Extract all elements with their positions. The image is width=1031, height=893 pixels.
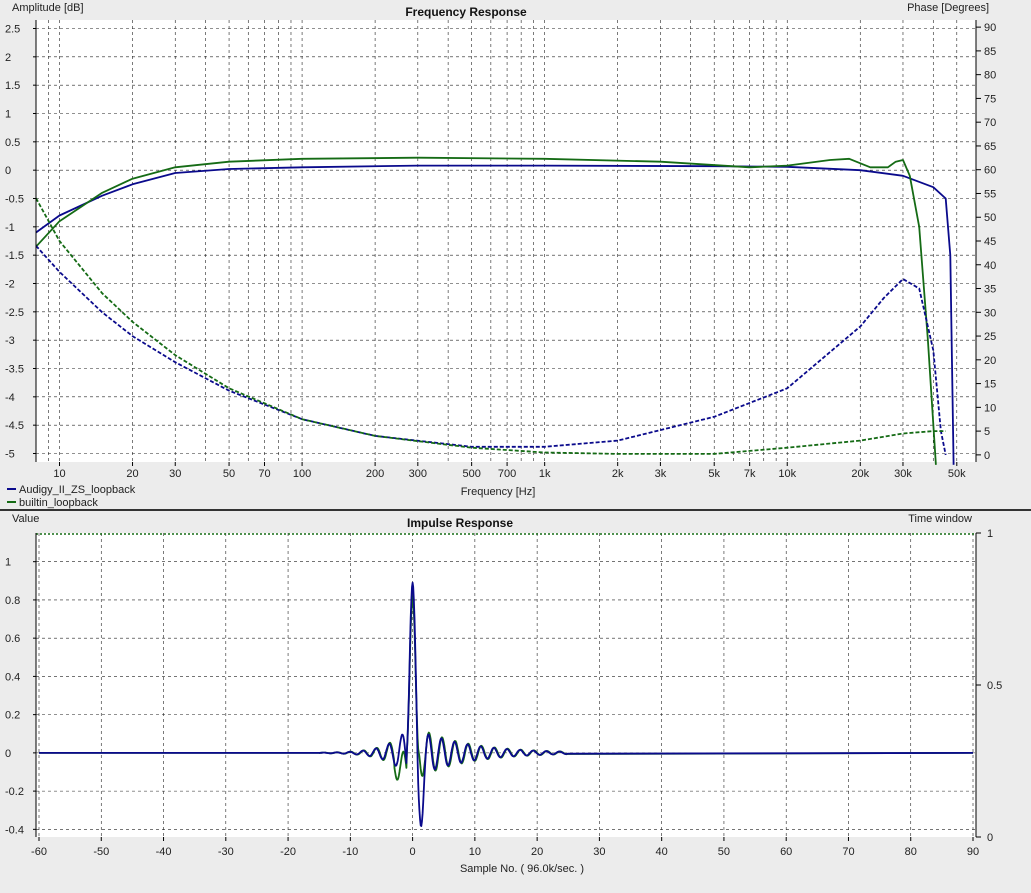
amplitude-tick-label: 0 bbox=[5, 165, 11, 177]
phase-tick-label: 30 bbox=[984, 307, 996, 319]
value-tick-label: 0.8 bbox=[5, 595, 20, 607]
phase-tick-label: 85 bbox=[984, 46, 996, 58]
value-tick-label: 0.2 bbox=[5, 710, 20, 722]
value-axis-label: Value bbox=[12, 513, 39, 525]
phase-tick-label: 50 bbox=[984, 212, 996, 224]
freq-x-tick-label: 10k bbox=[778, 468, 796, 480]
amplitude-axis-label: Amplitude [dB] bbox=[12, 2, 84, 14]
amplitude-tick-label: 1.5 bbox=[5, 80, 20, 92]
phase-tick-label: 15 bbox=[984, 379, 996, 391]
freq-x-tick-label: 300 bbox=[409, 468, 427, 480]
sample-tick-label: -10 bbox=[342, 846, 358, 858]
sample-tick-label: 80 bbox=[905, 846, 917, 858]
sample-tick-label: 90 bbox=[967, 846, 979, 858]
freq-x-tick-label: 50k bbox=[948, 468, 966, 480]
sample-tick-label: -50 bbox=[93, 846, 109, 858]
phase-tick-label: 25 bbox=[984, 331, 996, 343]
sample-axis-label: Sample No. ( 96.0k/sec. ) bbox=[460, 863, 584, 875]
freq-plot-area bbox=[36, 20, 976, 462]
phase-tick-label: 70 bbox=[984, 117, 996, 129]
freq-x-tick-label: 1k bbox=[539, 468, 551, 480]
sample-tick-label: 60 bbox=[780, 846, 792, 858]
phase-tick-label: 60 bbox=[984, 165, 996, 177]
value-tick-label: 1 bbox=[5, 557, 11, 569]
sample-tick-label: -30 bbox=[218, 846, 234, 858]
legend-label-builtin: builtin_loopback bbox=[19, 497, 98, 509]
freq-x-tick-label: 50 bbox=[223, 468, 235, 480]
amplitude-tick-label: 0.5 bbox=[5, 137, 20, 149]
freq-x-tick-label: 30k bbox=[894, 468, 912, 480]
phase-tick-label: 5 bbox=[984, 426, 990, 438]
freq-x-tick-label: 2k bbox=[612, 468, 624, 480]
phase-tick-label: 45 bbox=[984, 236, 996, 248]
charts-canvas: 10 20 30 50 70 100 200 300 500 700 1k 2k 3k 5k 7k 10k 20… bbox=[0, 0, 1031, 875]
amplitude-tick-label: -1.5 bbox=[5, 250, 24, 262]
phase-tick-label: 0 bbox=[984, 450, 990, 462]
time-window-tick-label: 0.5 bbox=[987, 680, 1002, 692]
sample-tick-label: -20 bbox=[280, 846, 296, 858]
amplitude-tick-label: -0.5 bbox=[5, 194, 24, 206]
sample-tick-label: -60 bbox=[31, 846, 47, 858]
sample-tick-label: 0 bbox=[410, 846, 416, 858]
phase-axis-label: Phase [Degrees] bbox=[907, 2, 989, 14]
freq-x-tick-label: 5k bbox=[708, 468, 720, 480]
freq-x-tick-label: 700 bbox=[498, 468, 516, 480]
freq-x-tick-label: 7k bbox=[744, 468, 756, 480]
freq-x-tick-label: 70 bbox=[258, 468, 270, 480]
sample-tick-label: 50 bbox=[718, 846, 730, 858]
value-tick-label: -0.2 bbox=[5, 786, 24, 798]
time-window-axis-label: Time window bbox=[908, 513, 972, 525]
freq-x-tick-label: 3k bbox=[655, 468, 667, 480]
phase-tick-label: 65 bbox=[984, 141, 996, 153]
sample-tick-label: 70 bbox=[842, 846, 854, 858]
amplitude-tick-label: -4 bbox=[5, 392, 15, 404]
phase-tick-label: 90 bbox=[984, 22, 996, 34]
phase-tick-label: 10 bbox=[984, 402, 996, 414]
amplitude-tick-label: -1 bbox=[5, 222, 15, 234]
amplitude-tick-label: 2 bbox=[5, 52, 11, 64]
freq-x-tick-label: 100 bbox=[293, 468, 311, 480]
time-window-tick-label: 1 bbox=[987, 528, 993, 540]
phase-tick-label: 80 bbox=[984, 70, 996, 82]
phase-tick-label: 20 bbox=[984, 355, 996, 367]
amplitude-tick-label: 2.5 bbox=[5, 24, 20, 36]
time-window-tick-label: 0 bbox=[987, 832, 993, 844]
freq-chart-title: Frequency Response bbox=[405, 5, 527, 19]
value-tick-label: -0.4 bbox=[5, 824, 24, 836]
freq-x-tick-label: 30 bbox=[169, 468, 181, 480]
value-tick-label: 0 bbox=[5, 748, 11, 760]
amplitude-tick-label: -3 bbox=[5, 335, 15, 347]
value-tick-label: 0.4 bbox=[5, 671, 20, 683]
amplitude-tick-label: -2 bbox=[5, 279, 15, 291]
frequency-axis-label: Frequency [Hz] bbox=[461, 486, 536, 498]
sample-tick-label: 20 bbox=[531, 846, 543, 858]
chart-window: 10 20 30 50 70 100 200 300 500 700 1k 2k 3k 5k 7k 10k 20… bbox=[0, 0, 1031, 888]
freq-x-tick-label: 200 bbox=[366, 468, 384, 480]
sample-tick-label: 10 bbox=[469, 846, 481, 858]
freq-x-tick-label: 10 bbox=[53, 468, 65, 480]
sample-tick-label: 30 bbox=[593, 846, 605, 858]
freq-x-tick-label: 20k bbox=[851, 468, 869, 480]
sample-tick-label: 40 bbox=[656, 846, 668, 858]
phase-tick-label: 35 bbox=[984, 284, 996, 296]
phase-tick-label: 75 bbox=[984, 93, 996, 105]
amplitude-tick-label: 1 bbox=[5, 109, 11, 121]
amplitude-tick-label: -5 bbox=[5, 449, 15, 461]
freq-x-tick-label: 500 bbox=[462, 468, 480, 480]
freq-x-tick-label: 20 bbox=[126, 468, 138, 480]
phase-tick-label: 55 bbox=[984, 188, 996, 200]
legend-label-audigy: Audigy_II_ZS_loopback bbox=[19, 484, 136, 496]
phase-tick-label: 40 bbox=[984, 260, 996, 272]
sample-tick-label: -40 bbox=[156, 846, 172, 858]
amplitude-tick-label: -3.5 bbox=[5, 364, 24, 376]
impulse-chart-title: Impulse Response bbox=[407, 516, 513, 530]
value-tick-label: 0.6 bbox=[5, 633, 20, 645]
amplitude-tick-label: -4.5 bbox=[5, 420, 24, 432]
amplitude-tick-label: -2.5 bbox=[5, 307, 24, 319]
